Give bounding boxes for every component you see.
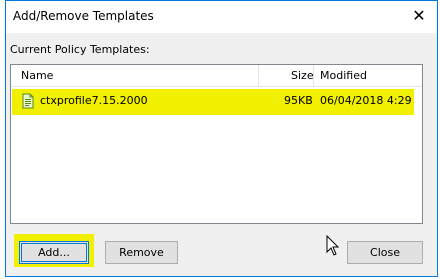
mouse-pointer-icon	[326, 235, 340, 256]
row-size: 95KB	[284, 94, 313, 107]
column-separator[interactable]	[258, 65, 259, 86]
window-title: Add/Remove Templates	[13, 9, 154, 23]
column-header-modified[interactable]: Modified	[320, 65, 367, 86]
row-name: ctxprofile7.15.2000	[40, 94, 148, 107]
current-policy-templates-label: Current Policy Templates:	[10, 43, 150, 56]
column-separator[interactable]	[313, 65, 314, 86]
title-bar: Add/Remove Templates ✕	[6, 1, 437, 33]
table-row[interactable]: ctxprofile7.15.2000 95KB 06/04/2018 4:29	[11, 90, 422, 112]
column-header-size[interactable]: Size	[291, 65, 314, 86]
close-button[interactable]: Close	[347, 241, 423, 264]
templates-list[interactable]: Name Size Modified	[10, 64, 423, 224]
remove-button[interactable]: Remove	[105, 241, 178, 264]
close-icon[interactable]: ✕	[402, 1, 436, 31]
column-header-name[interactable]: Name	[21, 65, 53, 86]
row-modified: 06/04/2018 4:29	[320, 94, 412, 107]
list-header: Name Size Modified	[11, 65, 422, 87]
add-button[interactable]: Add...	[19, 241, 89, 264]
template-file-icon	[22, 93, 34, 109]
